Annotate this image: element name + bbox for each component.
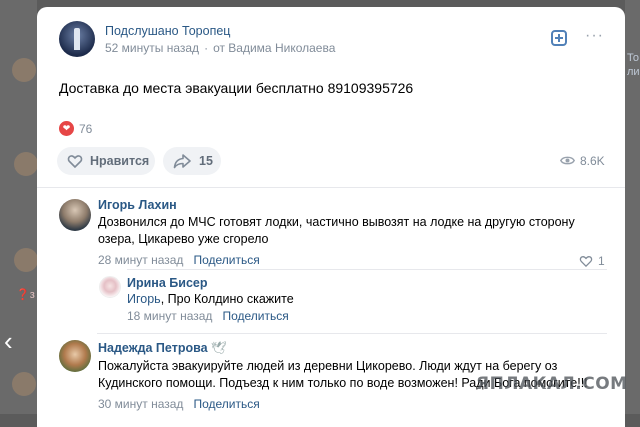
group-avatar[interactable]	[59, 21, 95, 57]
comment-author[interactable]: Надежда Петрова 🕊	[98, 341, 227, 356]
background-text: ли	[627, 66, 640, 78]
comment-share-link[interactable]: Поделиться	[222, 309, 288, 323]
share-arrow-icon	[173, 154, 191, 169]
heart-outline-icon	[67, 155, 83, 169]
meta-separator: ·	[204, 41, 209, 55]
comment-meta: 18 минут назад Поделиться	[127, 309, 289, 323]
background-avatar	[14, 152, 38, 176]
background-text: То	[627, 52, 639, 64]
comments-divider	[37, 187, 625, 188]
post-modal: Подслушано Торопец 52 минуты назад · от Ва…	[37, 7, 628, 427]
add-to-bookmarks-icon[interactable]	[551, 30, 567, 46]
comment-meta: 28 минут назад Поделиться	[98, 253, 260, 267]
comment-share-link[interactable]: Поделиться	[193, 397, 259, 411]
post-meta: 52 минуты назад · от Вадима Николаева	[105, 41, 335, 55]
commenter-avatar[interactable]	[99, 276, 121, 298]
post-time[interactable]: 52 минуты назад	[105, 41, 199, 55]
comment-time[interactable]: 28 минут назад	[98, 253, 183, 267]
background-avatar	[14, 248, 38, 272]
post-author: от Вадима Николаева	[213, 41, 336, 55]
background-avatar	[12, 58, 36, 82]
comment-separator	[97, 333, 607, 334]
comment-time[interactable]: 30 минут назад	[98, 397, 183, 411]
group-name-link[interactable]: Подслушано Торопец	[105, 24, 230, 38]
comment-text: Игорь, Про Колдино скажите	[127, 291, 597, 308]
commenter-avatar[interactable]	[59, 340, 91, 372]
share-button[interactable]: 15	[163, 147, 221, 175]
comment-author[interactable]: Игорь Лахин	[98, 198, 177, 212]
comment-share-link[interactable]: Поделиться	[193, 253, 259, 267]
dove-emoji-icon: 🕊	[211, 341, 227, 355]
reply-mention-link[interactable]: Игорь	[127, 292, 161, 306]
background-page-right: То ли	[625, 0, 640, 414]
comment-text: Дозвонился до МЧС готовят лодки, частичн…	[98, 215, 575, 246]
background-text: ❓з	[16, 289, 35, 301]
like-button[interactable]: Нравится	[57, 147, 155, 175]
comment-author[interactable]: Ирина Бисер	[127, 276, 208, 290]
comment-author-name[interactable]: Надежда Петрова	[98, 341, 208, 355]
comment: Игорь Лахин Дозвонился до МЧС готовят ло…	[59, 198, 609, 270]
views-count: 8.6K	[580, 154, 605, 168]
heart-reaction-icon: ❤	[59, 121, 74, 136]
comment-separator	[127, 269, 607, 270]
tower-icon	[74, 28, 80, 50]
comment-text-body: , Про Колдино скажите	[160, 292, 294, 306]
post-text: Доставка до места эвакуации бесплатно 89…	[59, 80, 414, 96]
comment-like-count: 1	[598, 254, 605, 268]
commenter-avatar[interactable]	[59, 199, 91, 231]
watermark: ЯПЛАКАЛ.COM	[476, 374, 628, 394]
previous-post-arrow-icon[interactable]: ‹	[4, 328, 22, 354]
heart-outline-icon	[579, 256, 593, 267]
share-count: 15	[199, 154, 213, 168]
comment-time[interactable]: 18 минут назад	[127, 309, 212, 323]
comment-meta: 30 минут назад Поделиться	[98, 397, 260, 411]
background-avatar	[12, 372, 36, 396]
comment-reply: Ирина Бисер Игорь, Про Колдино скажите 1…	[99, 275, 609, 325]
reactions-count: 76	[79, 122, 93, 136]
more-options-icon[interactable]: ···	[585, 28, 604, 44]
eye-icon	[560, 156, 575, 165]
like-button-label: Нравится	[90, 154, 150, 168]
